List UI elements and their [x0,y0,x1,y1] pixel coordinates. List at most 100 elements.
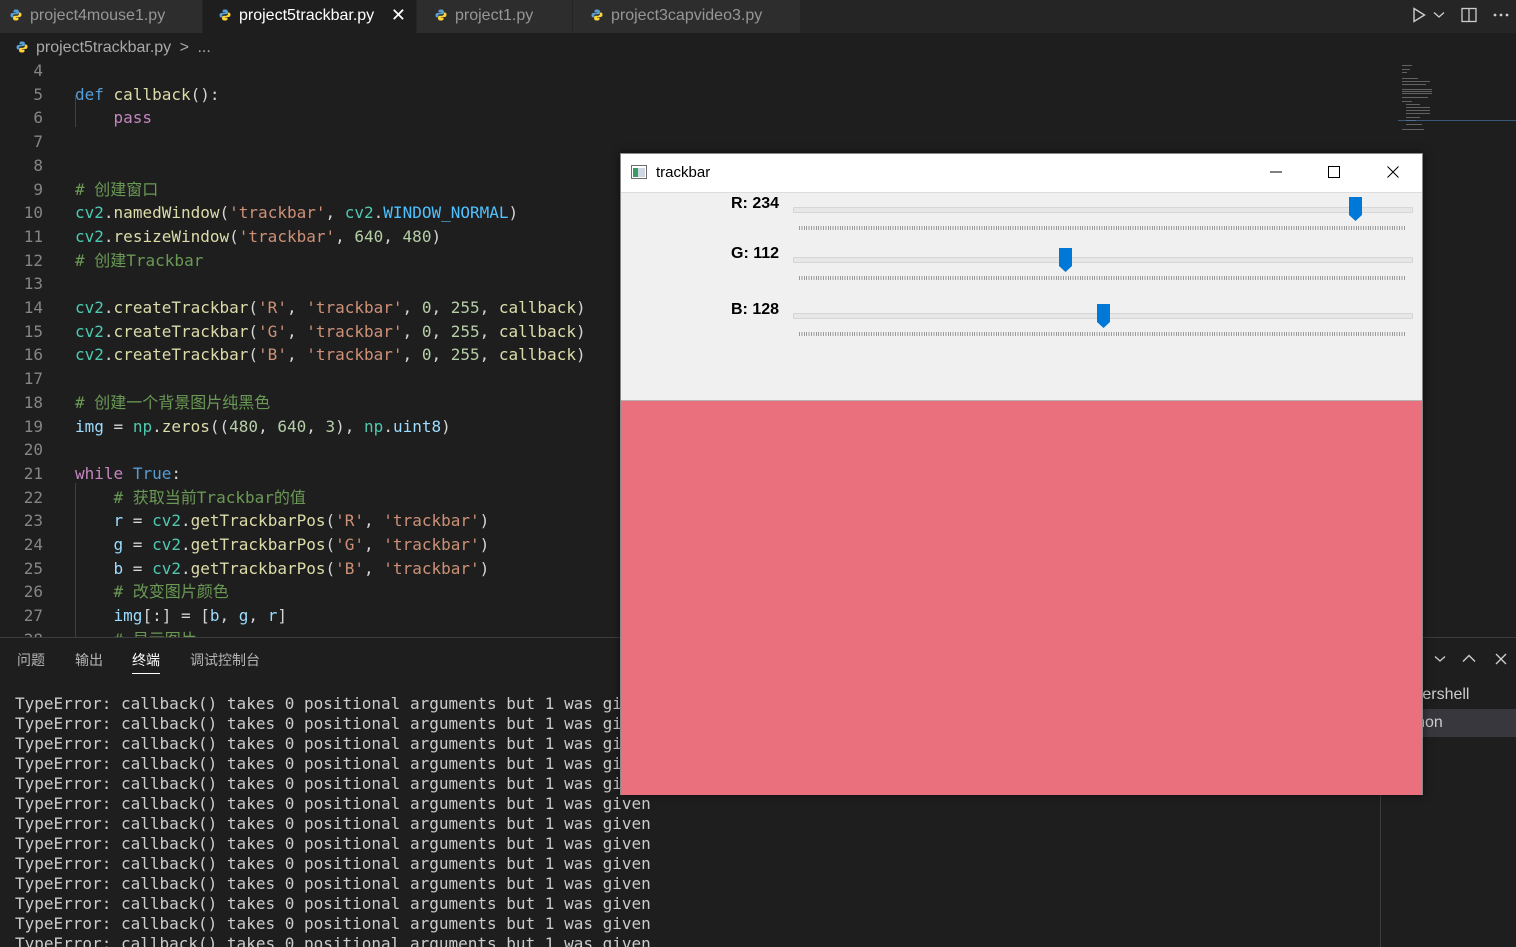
code-line[interactable]: 6 pass [0,106,1400,130]
color-image-preview [621,400,1422,795]
terminal-line: TypeError: callback() takes 0 positional… [15,714,651,733]
code-text: cv2.namedWindow('trackbar', cv2.WINDOW_N… [75,203,519,223]
tab-project3capvideo3[interactable]: project3capvideo3.py [573,0,801,33]
trackbar-controls: R: 234 G: 112 B: 128 [621,193,1422,400]
line-number: 9 [33,179,43,199]
tab-problems[interactable]: 问题 [17,638,45,682]
python-file-icon [435,9,447,21]
code-text: # 显示图片 [75,628,197,637]
line-number: 11 [23,226,43,246]
code-line[interactable]: 5 def callback(): [0,83,1400,107]
terminal-line: TypeError: callback() takes 0 positional… [15,834,651,853]
terminal-line: TypeError: callback() takes 0 positional… [15,914,651,933]
line-number: 6 [33,108,43,128]
trackbar-window[interactable]: trackbar R: 234 G: 112 B: 128 [620,153,1423,795]
code-text: img = np.zeros((480, 640, 3), np.uint8) [75,416,451,436]
breadcrumb-file[interactable]: project5trackbar.py [36,39,171,56]
trackbar-thumb-r[interactable] [1348,197,1362,221]
minimize-button[interactable] [1253,154,1299,192]
trackbar-label-b: B: 128 [731,301,780,318]
window-app-icon [631,165,647,179]
tab-project1[interactable]: project1.py [417,0,573,33]
terminal-line: TypeError: callback() takes 0 positional… [15,814,651,833]
trackbar-thumb-g[interactable] [1058,248,1072,272]
trackbar-ticks-b [799,332,1405,336]
tab-label: project3capvideo3.py [611,7,763,24]
terminal-line: TypeError: callback() takes 0 positional… [15,774,651,793]
trackbar-thumb-b[interactable] [1096,304,1110,328]
tab-project5trackbar[interactable]: project5trackbar.py ✕ [203,0,417,33]
line-number: 17 [23,369,43,389]
line-number: 18 [23,392,43,412]
tab-debug-console[interactable]: 调试控制台 [190,638,260,682]
breadcrumb-more[interactable]: ... [197,39,210,56]
code-text: # 创建窗口 [75,179,159,199]
play-icon [1413,7,1426,23]
python-file-icon [219,9,231,21]
code-text: # 创建一个背景图片纯黑色 [75,392,271,412]
split-editor-button[interactable] [1458,0,1480,33]
terminal-line: TypeError: callback() takes 0 positional… [15,934,651,947]
line-number: 14 [23,298,43,317]
chevron-down-icon [1433,12,1445,18]
line-number: 5 [33,84,43,104]
terminal-line: TypeError: callback() takes 0 positional… [15,794,651,813]
line-number: 12 [23,250,43,270]
window-titlebar[interactable]: trackbar [621,154,1422,193]
terminal-dropdown-button[interactable] [1432,638,1448,682]
code-text: # 获取当前Trackbar的值 [113,487,306,507]
code-text: cv2.createTrackbar('R', 'trackbar', 0, 2… [75,298,586,317]
line-number: 13 [23,274,43,294]
run-python-button[interactable] [1408,0,1430,33]
code-text: b = cv2.getTrackbarPos('B', 'trackbar') [113,558,490,578]
chevron-down-icon [1434,656,1446,662]
line-number: 27 [23,606,43,626]
line-number: 10 [23,203,43,223]
line-number: 8 [33,155,43,175]
trackbar-track-r[interactable] [793,207,1413,213]
terminal-line: TypeError: callback() takes 0 positional… [15,734,651,753]
maximize-panel-button[interactable] [1460,638,1478,682]
trackbar-ticks-r [799,226,1405,230]
line-number: 7 [33,132,43,152]
code-text: # 创建Trackbar [75,250,204,270]
code-text: img[:] = [b, g, r] [113,606,287,626]
tab-label: project4mouse1.py [30,7,166,24]
run-dropdown-button[interactable] [1432,0,1446,33]
close-panel-button[interactable] [1492,638,1510,682]
code-text: g = cv2.getTrackbarPos('G', 'trackbar') [113,535,490,554]
tab-terminal[interactable]: 终端 [132,638,160,682]
code-line[interactable]: 4 [0,63,1400,83]
line-number: 23 [23,511,43,531]
line-number: 25 [23,558,43,578]
python-file-icon [10,9,22,21]
close-icon [1495,653,1507,665]
window-title: trackbar [656,164,711,181]
terminal-line: TypeError: callback() takes 0 positional… [15,874,651,893]
code-text: cv2.resizeWindow('trackbar', 640, 480) [75,226,442,246]
close-tab-icon[interactable]: ✕ [391,0,406,31]
maximize-button[interactable] [1311,154,1357,192]
line-number: 22 [23,487,43,507]
maximize-icon [1328,166,1340,178]
line-number: 28 [0,628,43,637]
close-window-button[interactable] [1370,154,1416,192]
breadcrumb: project5trackbar.py > ... [0,33,1516,63]
python-file-icon [591,9,603,21]
breadcrumb-separator: > [179,39,189,56]
minimap[interactable] [1398,63,1516,133]
tab-project4mouse1[interactable]: project4mouse1.py [0,0,203,33]
trackbar-track-g[interactable] [793,257,1413,263]
tab-label: project5trackbar.py [239,7,375,24]
python-file-icon [16,41,28,53]
tab-output[interactable]: 输出 [75,638,103,682]
line-number: 16 [23,345,43,365]
minimize-icon [1270,171,1282,173]
trackbar-ticks-g [799,276,1405,280]
code-line[interactable]: 7 [0,130,1400,154]
editor-tab-bar: project4mouse1.py project5trackbar.py ✕ … [0,0,1516,33]
code-text: pass [113,108,153,128]
terminal-line: TypeError: callback() takes 0 positional… [15,894,651,913]
more-actions-button[interactable] [1490,0,1512,33]
line-number: 19 [23,416,43,436]
